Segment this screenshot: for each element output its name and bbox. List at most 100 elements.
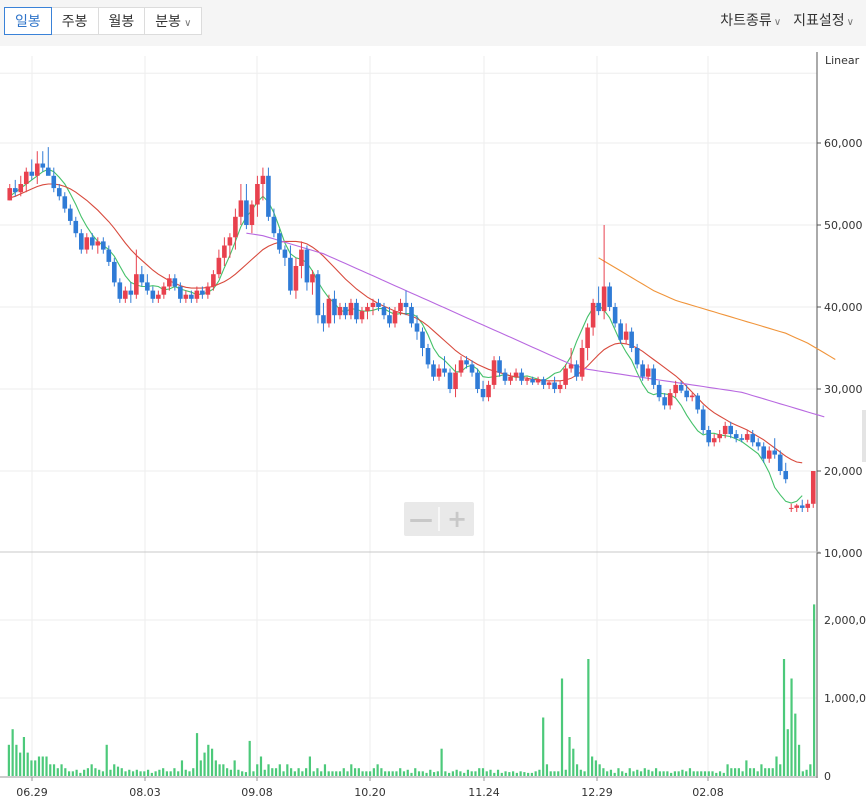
volume-bar <box>342 768 345 776</box>
volume-bar <box>662 771 665 776</box>
candle-body <box>123 290 128 299</box>
candle-body <box>29 171 35 176</box>
indicator-settings-dropdown[interactable]: 지표설정 ∨ <box>793 7 854 35</box>
volume-bar <box>530 772 534 776</box>
volume-bar <box>485 771 488 776</box>
candle-body <box>370 302 376 307</box>
volume-bar <box>549 771 552 776</box>
volume-bar <box>429 769 432 776</box>
time-tick-label: 10.20 <box>354 786 386 799</box>
zoom-out-button[interactable]: — <box>404 502 438 536</box>
volume-bar <box>75 769 78 776</box>
volume-bar <box>572 748 575 776</box>
candle-body <box>414 323 420 332</box>
zoom-in-button[interactable]: + <box>440 502 474 536</box>
volume-bar <box>794 713 797 776</box>
candle-body <box>761 446 767 459</box>
side-panel-handle[interactable] <box>862 410 866 462</box>
volume-bar <box>113 764 116 776</box>
candle-body <box>469 364 475 373</box>
volume-bar <box>173 768 176 776</box>
volume-bar <box>481 768 485 776</box>
volume-bar <box>357 768 360 776</box>
stock-chart[interactable]: Linear 60,000 50,000 40,000 30,000 20,000 10,… <box>0 46 866 808</box>
volume-bar <box>320 771 323 776</box>
tab-weekly[interactable]: 주봉 <box>50 7 99 35</box>
tab-minute[interactable]: 분봉 ∨ <box>144 7 203 35</box>
chart-type-dropdown[interactable]: 차트종류 ∨ <box>720 7 781 35</box>
candle-body <box>436 368 442 377</box>
candle-body <box>750 434 756 443</box>
candle-body <box>304 249 310 283</box>
volume-bar <box>34 760 37 776</box>
candle-body <box>535 379 541 383</box>
volume-bar <box>37 756 41 776</box>
candle-body <box>381 307 387 316</box>
tab-monthly[interactable]: 월봉 <box>97 7 146 35</box>
volume-bar <box>278 764 281 776</box>
volume-bar <box>41 756 44 776</box>
volume-bar <box>602 768 605 776</box>
volume-bar <box>399 768 402 776</box>
volume-bar <box>56 768 59 776</box>
tab-monthly-label: 월봉 <box>108 14 135 30</box>
volume-bar <box>226 768 229 776</box>
volume-bar <box>207 744 210 776</box>
candle-body <box>398 302 403 312</box>
candle-body <box>596 302 601 312</box>
volume-bar <box>165 771 169 776</box>
candle-body <box>117 282 123 299</box>
candle-body <box>513 372 519 377</box>
scale-mode-label[interactable]: Linear <box>825 54 860 67</box>
volume-bar <box>11 729 14 776</box>
volume-bar <box>466 769 470 776</box>
volume-bar <box>131 771 135 776</box>
volume-bar <box>670 772 673 776</box>
candle-body <box>519 372 524 381</box>
volume-bar <box>459 771 462 776</box>
volume-bar <box>805 769 808 776</box>
minus-icon: — <box>409 505 433 533</box>
volume-bar <box>760 764 763 776</box>
volume-bar <box>726 764 729 776</box>
volume-bar <box>346 771 349 776</box>
volume-bar <box>402 771 406 776</box>
candle-body <box>601 286 607 312</box>
candle-body <box>332 298 337 316</box>
volume-bar <box>707 771 710 776</box>
volume-bar <box>64 768 67 776</box>
candle-body <box>233 216 238 238</box>
candle-body <box>464 360 469 365</box>
candle-body <box>299 249 304 266</box>
candle-body <box>84 237 90 250</box>
candle-body <box>18 184 24 193</box>
volume-bar <box>617 768 620 776</box>
volume-bar <box>734 768 737 776</box>
volume-bar <box>312 771 315 776</box>
candle-body <box>568 364 574 369</box>
candle-body <box>90 237 95 246</box>
candle-body <box>255 184 260 205</box>
candle-body <box>40 163 46 168</box>
volume-bar <box>432 772 436 776</box>
volume-bar <box>767 768 771 776</box>
candle-body <box>728 425 733 435</box>
candle-body <box>387 315 392 324</box>
candle-body <box>310 274 315 283</box>
candle-body <box>557 384 563 389</box>
volume-bar <box>745 760 748 776</box>
volume-bar <box>293 771 296 776</box>
price-tick-label: 20,000 <box>824 465 863 478</box>
candle-body <box>112 261 117 283</box>
volume-bar <box>560 678 564 776</box>
candle-body <box>194 290 200 299</box>
candle-body <box>491 360 497 385</box>
tab-daily[interactable]: 일봉 <box>4 7 52 35</box>
volume-bar <box>474 771 477 776</box>
candle-body <box>12 188 18 193</box>
volume-bar <box>779 764 782 776</box>
candle-body <box>101 241 106 250</box>
volume-bar <box>587 659 590 776</box>
volume-bar <box>493 772 496 776</box>
volume-bar <box>628 768 631 776</box>
